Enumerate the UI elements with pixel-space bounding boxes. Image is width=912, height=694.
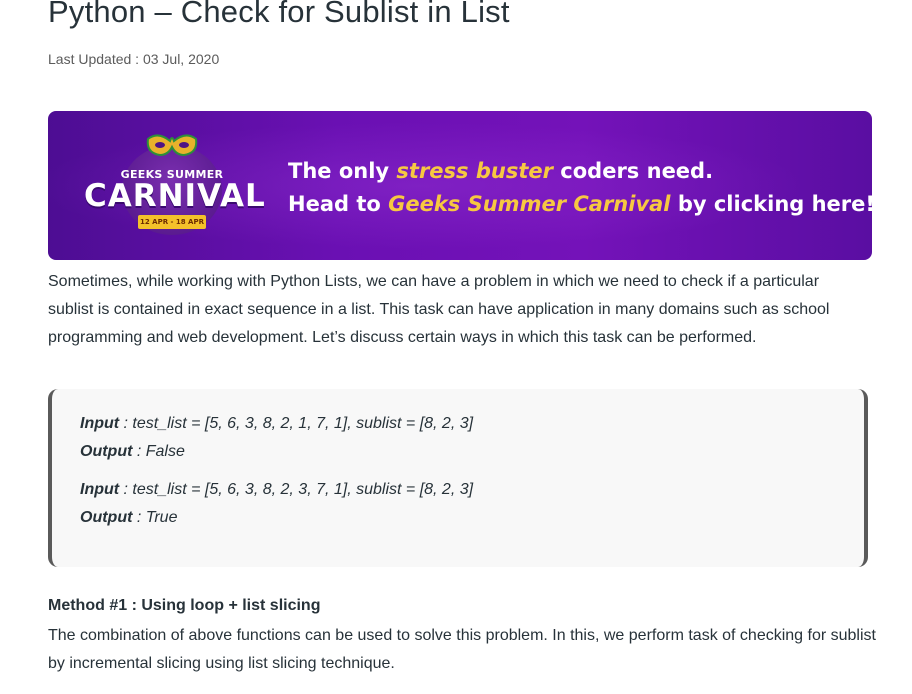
output-label: Output [80, 509, 133, 526]
output-value: : False [132, 443, 185, 460]
tagline-2-suffix: by clicking here! [670, 192, 872, 216]
input-value: : test_list = [5, 6, 3, 8, 2, 3, 7, 1], … [119, 481, 474, 498]
method-description: The combination of above functions can b… [48, 627, 876, 672]
example-2-output: Output : True [80, 509, 177, 527]
logo-big-text: CARNIVAL [84, 178, 266, 214]
example-2-input: Input : test_list = [5, 6, 3, 8, 2, 3, 7… [80, 481, 473, 499]
summer-carnival-banner[interactable]: GEEKS SUMMER CARNIVAL 12 APR - 18 APR Th… [48, 111, 872, 260]
carnival-logo: GEEKS SUMMER CARNIVAL 12 APR - 18 APR [84, 131, 266, 243]
tagline-line-2: Head to Geeks Summer Carnival by clickin… [288, 188, 872, 221]
tagline-2-prefix: Head to [288, 192, 389, 216]
tagline-1-prefix: The only [288, 159, 397, 183]
last-updated-date: Last Updated : 03 Jul, 2020 [48, 51, 220, 67]
example-box: Input : test_list = [5, 6, 3, 8, 2, 1, 7… [48, 389, 868, 567]
method-heading: Method #1 : Using loop + list slicing [48, 597, 321, 614]
output-label: Output [80, 443, 133, 460]
logo-date-ribbon: 12 APR - 18 APR [138, 215, 206, 229]
tagline-1-highlight: stress buster [396, 159, 553, 183]
tagline-2-highlight: Geeks Summer Carnival [388, 192, 671, 216]
output-value: : True [132, 509, 178, 526]
input-value: : test_list = [5, 6, 3, 8, 2, 1, 7, 1], … [119, 415, 474, 432]
example-1-input: Input : test_list = [5, 6, 3, 8, 2, 1, 7… [80, 415, 473, 433]
carnival-mask-icon [146, 134, 198, 157]
article-page: Python – Check for Sublist in List Last … [0, 0, 912, 694]
example-1-output: Output : False [80, 443, 185, 461]
page-title: Python – Check for Sublist in List [48, 0, 510, 29]
tagline-line-1: The only stress buster coders need. [288, 155, 872, 188]
intro-paragraph: Sometimes, while working with Python Lis… [48, 273, 830, 346]
tagline-1-suffix: coders need. [552, 159, 714, 183]
banner-tagline: The only stress buster coders need. Head… [288, 155, 872, 221]
input-label: Input [80, 415, 120, 432]
input-label: Input [80, 481, 120, 498]
